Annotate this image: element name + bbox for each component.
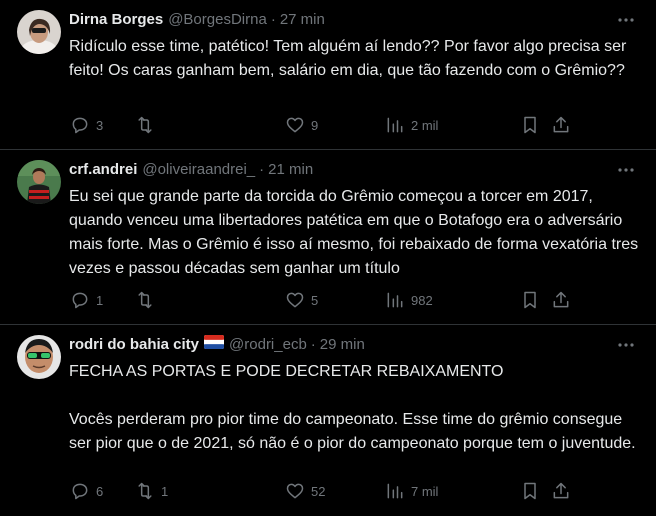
heart-icon xyxy=(286,292,304,308)
action-bar: 1 5 982 xyxy=(70,289,642,311)
tweet-header: crf.andrei @oliveiraandrei_ · 21 min xyxy=(69,160,640,180)
avatar[interactable] xyxy=(17,10,61,54)
more-icon xyxy=(618,18,634,22)
share-button[interactable] xyxy=(551,481,571,501)
action-bar: 6 1 52 7 mil xyxy=(70,480,642,502)
views-button[interactable]: 982 xyxy=(385,290,520,310)
heart-icon xyxy=(286,483,304,499)
display-name[interactable]: crf.andrei xyxy=(69,160,137,180)
share-button[interactable] xyxy=(551,290,571,310)
tweet-text: FECHA AS PORTAS E PODE DECRETAR REBAIXAM… xyxy=(69,363,636,452)
share-icon xyxy=(553,291,569,308)
more-button[interactable] xyxy=(616,10,636,30)
bookmark-icon xyxy=(524,482,536,500)
timestamp[interactable]: 21 min xyxy=(268,160,313,180)
share-icon xyxy=(553,482,569,499)
tweet[interactable]: rodri do bahia city @rodri_ecb · 29 min … xyxy=(0,325,656,516)
avatar[interactable] xyxy=(17,335,61,379)
retweet-count: 1 xyxy=(161,483,169,499)
retweet-button[interactable] xyxy=(135,115,285,135)
reply-count: 6 xyxy=(96,483,104,499)
reply-icon xyxy=(72,483,88,500)
bookmark-icon xyxy=(524,116,536,134)
reply-button[interactable]: 1 xyxy=(70,290,135,310)
reply-count: 1 xyxy=(96,292,104,308)
views-count: 7 mil xyxy=(411,483,439,499)
user-handle[interactable]: @oliveiraandrei_ xyxy=(142,160,255,180)
retweet-button[interactable]: 1 xyxy=(135,481,285,501)
user-handle[interactable]: @BorgesDirna xyxy=(168,10,267,30)
reply-count: 3 xyxy=(96,117,104,133)
like-button[interactable]: 52 xyxy=(285,481,385,501)
more-icon xyxy=(618,168,634,172)
views-chart-icon xyxy=(387,292,403,308)
tweet-header: Dirna Borges @BorgesDirna · 27 min xyxy=(69,10,640,30)
action-bar: 3 9 2 mil xyxy=(70,114,642,136)
views-chart-icon xyxy=(387,483,403,499)
share-icon xyxy=(553,116,569,133)
retweet-icon xyxy=(138,482,152,500)
separator: · xyxy=(259,161,265,178)
retweet-icon xyxy=(138,116,152,134)
replies-feed: Dirna Borges @BorgesDirna · 27 min Ridíc… xyxy=(0,0,656,516)
timestamp[interactable]: 27 min xyxy=(280,10,325,30)
more-button[interactable] xyxy=(616,335,636,355)
share-button[interactable] xyxy=(551,115,571,135)
retweet-button[interactable] xyxy=(135,290,285,310)
tweet-text: Eu sei que grande parte da torcida do Gr… xyxy=(69,188,643,277)
like-button[interactable]: 5 xyxy=(285,290,385,310)
timestamp[interactable]: 29 min xyxy=(320,335,365,355)
tweet-header: rodri do bahia city @rodri_ecb · 29 min xyxy=(69,335,640,355)
bookmark-icon xyxy=(524,291,536,309)
views-count: 2 mil xyxy=(411,117,439,133)
views-button[interactable]: 2 mil xyxy=(385,115,520,135)
like-count: 52 xyxy=(311,483,326,499)
views-chart-icon xyxy=(387,117,403,133)
like-count: 5 xyxy=(311,292,319,308)
like-count: 9 xyxy=(311,117,319,133)
retweet-icon xyxy=(138,291,152,309)
separator: · xyxy=(310,336,316,353)
bookmark-button[interactable] xyxy=(520,115,551,135)
reply-button[interactable]: 3 xyxy=(70,115,135,135)
avatar[interactable] xyxy=(17,160,61,204)
separator: · xyxy=(270,11,276,28)
display-name[interactable]: rodri do bahia city xyxy=(69,335,199,355)
reply-icon xyxy=(72,117,88,134)
like-button[interactable]: 9 xyxy=(285,115,385,135)
tweet-text: Ridículo esse time, patético! Tem alguém… xyxy=(69,38,631,79)
tweet[interactable]: Dirna Borges @BorgesDirna · 27 min Ridíc… xyxy=(0,0,656,150)
bookmark-button[interactable] xyxy=(520,290,551,310)
views-count: 982 xyxy=(411,292,433,308)
bookmark-button[interactable] xyxy=(520,481,551,501)
flag-emoji-icon xyxy=(204,335,225,355)
reply-button[interactable]: 6 xyxy=(70,481,135,501)
reply-icon xyxy=(72,292,88,309)
tweet[interactable]: crf.andrei @oliveiraandrei_ · 21 min Eu … xyxy=(0,150,656,325)
display-name[interactable]: Dirna Borges xyxy=(69,10,163,30)
views-button[interactable]: 7 mil xyxy=(385,481,520,501)
heart-icon xyxy=(286,117,304,133)
more-button[interactable] xyxy=(616,160,636,180)
more-icon xyxy=(618,343,634,347)
user-handle[interactable]: @rodri_ecb xyxy=(229,335,307,355)
